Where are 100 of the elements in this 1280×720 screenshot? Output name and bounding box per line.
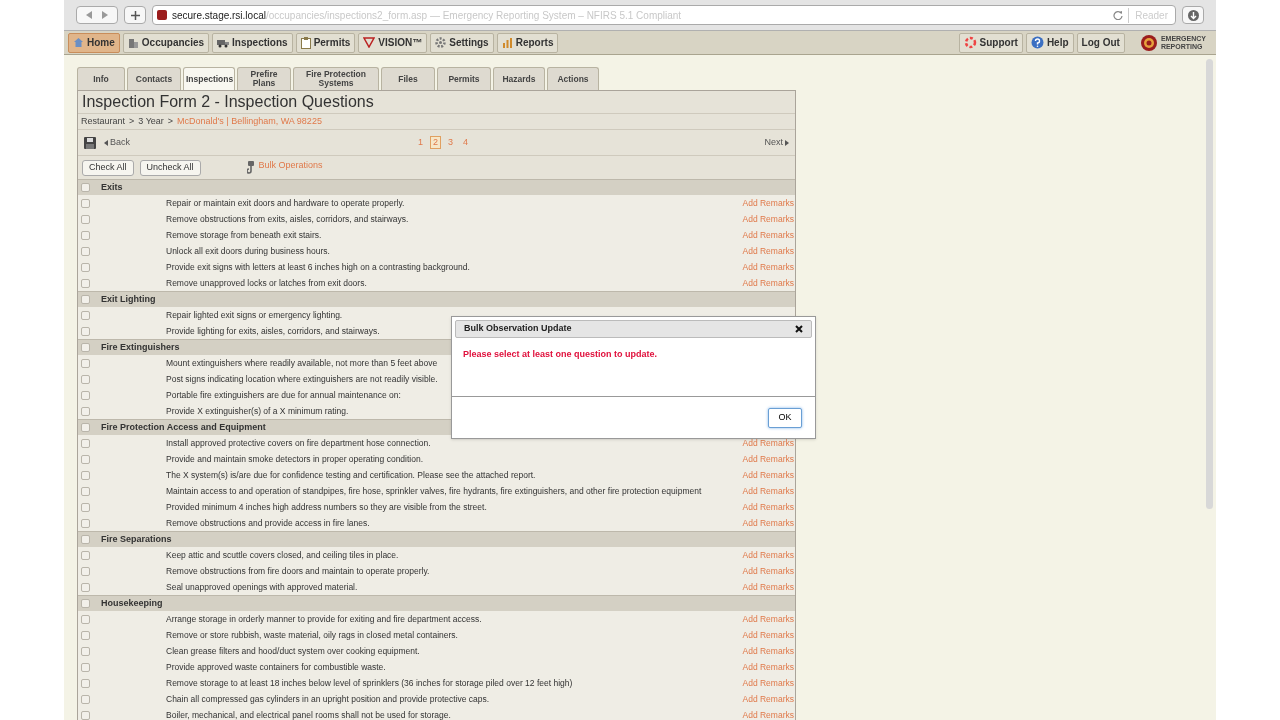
checkbox[interactable]: [81, 614, 90, 624]
save-icon[interactable]: [84, 136, 96, 149]
chart-icon: [501, 37, 513, 48]
add-remarks-link[interactable]: Add Remarks: [742, 212, 794, 226]
checkbox[interactable]: [81, 599, 90, 608]
checkbox[interactable]: [81, 246, 90, 256]
checkbox[interactable]: [81, 295, 90, 304]
checkbox[interactable]: [81, 678, 90, 688]
add-remarks-link[interactable]: Add Remarks: [742, 644, 794, 658]
checkbox[interactable]: [81, 518, 90, 528]
checkbox[interactable]: [81, 550, 90, 560]
checkbox[interactable]: [81, 646, 90, 656]
breadcrumb-link[interactable]: McDonald's | Bellingham, WA 98225: [177, 114, 322, 129]
add-remarks-link[interactable]: Add Remarks: [742, 244, 794, 258]
add-remarks-link[interactable]: Add Remarks: [742, 484, 794, 498]
tab[interactable]: Actions: [547, 67, 599, 90]
nav-button[interactable]: Help: [1025, 32, 1074, 53]
action-button[interactable]: Check All: [82, 159, 134, 176]
add-remarks-link[interactable]: Add Remarks: [742, 676, 794, 690]
checkbox[interactable]: [81, 454, 90, 464]
nav-tab[interactable]: Reports: [496, 32, 559, 53]
page-link[interactable]: 4: [460, 136, 472, 149]
bulk-operations-link[interactable]: Bulk Operations: [258, 158, 323, 173]
nav-tab[interactable]: VISION™: [358, 32, 428, 53]
checkbox[interactable]: [81, 566, 90, 576]
building-icon: [127, 37, 139, 48]
checkbox[interactable]: [81, 278, 90, 288]
nav-tab[interactable]: Occupancies: [122, 32, 210, 53]
question-text: Repair lighted exit signs or emergency lighting.: [166, 308, 343, 322]
close-icon[interactable]: [795, 325, 803, 333]
add-remarks-link[interactable]: Add Remarks: [742, 708, 794, 720]
add-remarks-link[interactable]: Add Remarks: [742, 228, 794, 242]
checkbox[interactable]: [81, 423, 90, 432]
checkbox[interactable]: [81, 406, 90, 416]
tab[interactable]: Files: [381, 67, 435, 90]
add-remarks-link[interactable]: Add Remarks: [742, 500, 794, 514]
nav-tab[interactable]: Settings: [430, 32, 494, 53]
next-link[interactable]: Next: [764, 135, 789, 150]
checkbox[interactable]: [81, 438, 90, 448]
add-remarks-link[interactable]: Add Remarks: [742, 452, 794, 466]
page-link[interactable]: 3: [445, 136, 457, 149]
checkbox[interactable]: [81, 374, 90, 384]
ok-button[interactable]: OK: [768, 407, 802, 428]
page-link[interactable]: 2: [430, 136, 442, 149]
checkbox[interactable]: [81, 230, 90, 240]
checkbox[interactable]: [81, 214, 90, 224]
add-remarks-link[interactable]: Add Remarks: [742, 260, 794, 274]
tab[interactable]: Fire Protection Systems: [293, 67, 379, 90]
add-remarks-link[interactable]: Add Remarks: [742, 692, 794, 706]
checkbox[interactable]: [81, 630, 90, 640]
add-remarks-link[interactable]: Add Remarks: [742, 580, 794, 594]
add-remarks-link[interactable]: Add Remarks: [742, 548, 794, 562]
back-link[interactable]: Back: [104, 135, 130, 150]
checkbox[interactable]: [81, 198, 90, 208]
checkbox[interactable]: [81, 662, 90, 672]
nav-tab[interactable]: Home: [68, 32, 120, 53]
checkbox[interactable]: [81, 358, 90, 368]
question-text: Mount extinguishers where readily available, not more than 5 feet above: [166, 356, 438, 370]
checkbox[interactable]: [81, 502, 90, 512]
nav-tab[interactable]: Inspections: [212, 32, 293, 53]
add-remarks-link[interactable]: Add Remarks: [742, 196, 794, 210]
add-remarks-link[interactable]: Add Remarks: [742, 468, 794, 482]
action-button[interactable]: Uncheck All: [139, 159, 201, 176]
tab[interactable]: Info: [77, 67, 125, 90]
tab[interactable]: Hazards: [493, 67, 545, 90]
add-remarks-link[interactable]: Add Remarks: [742, 612, 794, 626]
checkbox[interactable]: [81, 262, 90, 272]
checkbox[interactable]: [81, 470, 90, 480]
question-text: Provide and maintain smoke detectors in proper operating condition.: [166, 452, 424, 466]
add-remarks-link[interactable]: Add Remarks: [742, 660, 794, 674]
nav-button[interactable]: Support: [958, 32, 1023, 53]
checkbox[interactable]: [81, 326, 90, 336]
checkbox[interactable]: [81, 183, 90, 192]
download-button[interactable]: [1182, 6, 1204, 24]
tab[interactable]: Permits: [437, 67, 491, 90]
back-forward-button[interactable]: [76, 6, 118, 24]
page-link[interactable]: 1: [415, 136, 427, 149]
nav-tab[interactable]: Permits: [295, 32, 356, 53]
checkbox[interactable]: [81, 694, 90, 704]
nav-button[interactable]: Log Out: [1076, 32, 1125, 53]
category-heading: Fire Protection Access and Equipment: [101, 420, 266, 434]
add-remarks-link[interactable]: Add Remarks: [742, 516, 794, 530]
checkbox[interactable]: [81, 343, 90, 352]
checkbox[interactable]: [81, 535, 90, 544]
checkbox[interactable]: [81, 390, 90, 400]
reload-icon[interactable]: [1113, 10, 1124, 20]
add-remarks-link[interactable]: Add Remarks: [742, 628, 794, 642]
tab[interactable]: Contacts: [127, 67, 181, 90]
checkbox[interactable]: [81, 310, 90, 320]
checkbox[interactable]: [81, 582, 90, 592]
checkbox[interactable]: [81, 486, 90, 496]
add-remarks-link[interactable]: Add Remarks: [742, 436, 794, 450]
new-tab-button[interactable]: [124, 6, 146, 24]
checkbox[interactable]: [81, 710, 90, 720]
tab[interactable]: Prefire Plans: [237, 67, 291, 90]
breadcrumb-item[interactable]: 3 Year: [138, 114, 164, 129]
tab[interactable]: Inspections: [183, 67, 235, 90]
add-remarks-link[interactable]: Add Remarks: [742, 276, 794, 290]
add-remarks-link[interactable]: Add Remarks: [742, 564, 794, 578]
breadcrumb-item[interactable]: Restaurant: [81, 114, 126, 129]
